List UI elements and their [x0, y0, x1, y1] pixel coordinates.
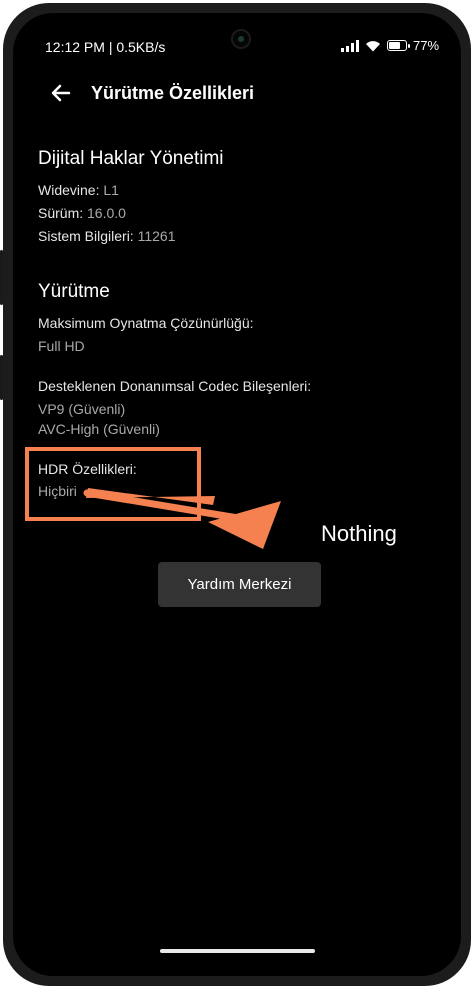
home-indicator[interactable] [160, 949, 315, 953]
annotation-arrow-icon [83, 488, 281, 549]
phone-frame: 12:12 PM | 0.5KB/s 77% Yürütme Özellikle… [3, 3, 471, 986]
screen: 12:12 PM | 0.5KB/s 77% Yürütme Özellikle… [13, 13, 461, 976]
annotation-label: Nothing [321, 521, 397, 546]
help-center-button[interactable]: Yardım Merkezi [158, 562, 321, 607]
